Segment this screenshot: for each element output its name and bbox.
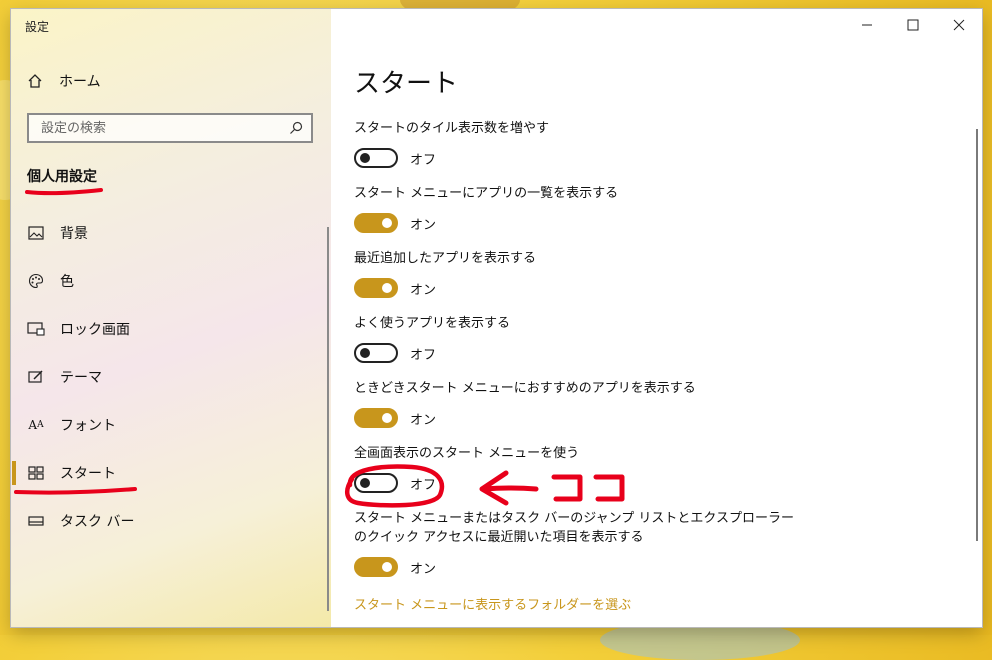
sidebar-item-lock-screen[interactable]: ロック画面 [11, 305, 331, 353]
search-input[interactable] [39, 119, 283, 137]
toggle-switch[interactable] [354, 408, 398, 428]
font-icon: AA [28, 418, 44, 432]
toggle-switch[interactable] [354, 343, 398, 363]
red-underline-annotation [25, 188, 103, 196]
toggle-state: オン [410, 282, 437, 298]
setting-label: よく使うアプリを表示する [354, 316, 511, 331]
toggle-state: オン [410, 561, 437, 577]
sidebar: 設定 ホーム 個人用設定 背景 色 ロック画面 [11, 9, 331, 627]
home-label: ホーム [59, 74, 101, 90]
home-icon [28, 74, 42, 88]
setting-label: スタート メニューにアプリの一覧を表示する [354, 186, 619, 201]
setting-label: 最近追加したアプリを表示する [354, 251, 537, 266]
page-title: スタート [354, 69, 459, 99]
palette-icon [27, 272, 45, 290]
setting-label: 全画面表示のスタート メニューを使う [354, 446, 580, 461]
setting-suggestions: ときどきスタート メニューにおすすめのアプリを表示する オン [354, 379, 804, 428]
sidebar-item-label: ロック画面 [60, 322, 130, 338]
sidebar-nav: 背景 色 ロック画面 テーマ AA フォント スタート タスク バー [11, 209, 331, 545]
toggle-switch[interactable] [354, 557, 398, 577]
search-box[interactable] [27, 113, 313, 143]
toggle-switch[interactable] [354, 473, 398, 493]
sidebar-item-label: 背景 [60, 226, 88, 242]
setting-jump-lists: スタート メニューまたはタスク バーのジャンプ リストとエクスプローラーのクイッ… [354, 509, 804, 577]
home-link[interactable]: ホーム [27, 71, 101, 91]
content-scrollbar[interactable] [976, 129, 978, 541]
toggle-state: オン [410, 217, 437, 233]
setting-most-used: よく使うアプリを表示する オフ [354, 314, 804, 363]
sidebar-scrollbar[interactable] [327, 227, 329, 611]
setting-more-tiles: スタートのタイル表示数を増やす オフ [354, 119, 804, 168]
toggle-switch[interactable] [354, 213, 398, 233]
choose-folders-link[interactable]: スタート メニューに表示するフォルダーを選ぶ [354, 594, 631, 613]
toggle-switch[interactable] [354, 148, 398, 168]
toggle-state: オン [410, 412, 437, 428]
sidebar-item-label: テーマ [60, 370, 102, 386]
settings-window: 設定 ホーム 個人用設定 背景 色 ロック画面 [11, 9, 982, 627]
setting-label: スタートのタイル表示数を増やす [354, 121, 550, 136]
sidebar-item-label: フォント [60, 418, 116, 434]
setting-full-screen: 全画面表示のスタート メニューを使う オフ [354, 444, 804, 493]
sidebar-item-background[interactable]: 背景 [11, 209, 331, 257]
lock-screen-icon [27, 320, 45, 338]
setting-recently-added: 最近追加したアプリを表示する オン [354, 249, 804, 298]
toggle-state: オフ [410, 477, 437, 493]
sidebar-item-label: 色 [60, 274, 74, 290]
search-icon[interactable] [289, 121, 303, 135]
main-content: スタート スタートのタイル表示数を増やす オフ スタート メニューにアプリの一覧… [344, 9, 974, 627]
sidebar-item-label: タスク バー [60, 514, 135, 530]
setting-app-list: スタート メニューにアプリの一覧を表示する オン [354, 184, 804, 233]
sidebar-item-start[interactable]: スタート [11, 449, 331, 497]
theme-icon [27, 368, 45, 386]
taskbar-icon [27, 512, 45, 530]
section-title: 個人用設定 [27, 169, 97, 185]
sidebar-item-font[interactable]: AA フォント [11, 401, 331, 449]
picture-icon [27, 224, 45, 242]
setting-label: スタート メニューまたはタスク バーのジャンプ リストとエクスプローラーのクイッ… [354, 511, 794, 545]
sidebar-item-color[interactable]: 色 [11, 257, 331, 305]
sidebar-item-theme[interactable]: テーマ [11, 353, 331, 401]
setting-label: ときどきスタート メニューにおすすめのアプリを表示する [354, 381, 696, 396]
toggle-state: オフ [410, 152, 437, 168]
sidebar-item-taskbar[interactable]: タスク バー [11, 497, 331, 545]
sidebar-item-label: スタート [60, 466, 116, 482]
toggle-state: オフ [410, 347, 437, 363]
toggle-switch[interactable] [354, 278, 398, 298]
window-title: 設定 [25, 20, 50, 34]
start-icon [27, 464, 45, 482]
